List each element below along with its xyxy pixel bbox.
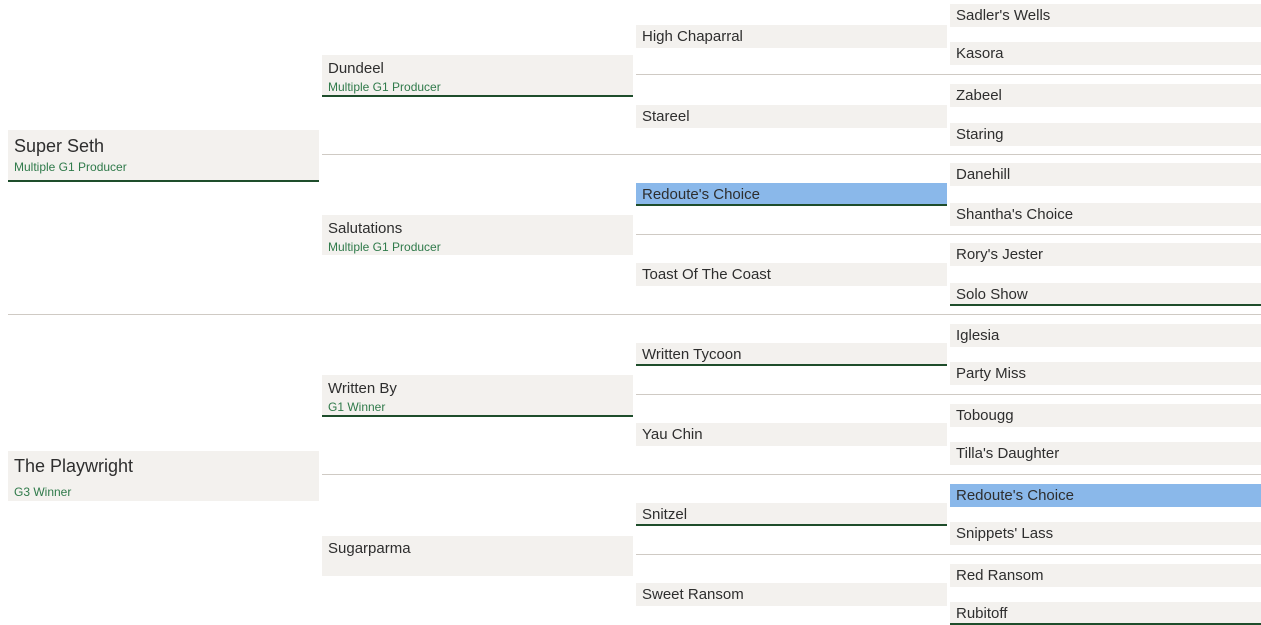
pedigree-divider (636, 394, 1261, 395)
horse-name: Dundeel (328, 60, 384, 77)
horse-name: Red Ransom (956, 567, 1044, 584)
horse-name: Tobougg (956, 407, 1014, 424)
horse-name: Sadler's Wells (956, 7, 1051, 24)
horse-name: Toast Of The Coast (642, 266, 771, 283)
pedigree-gen2-entry[interactable]: Salutations Multiple G1 Producer (322, 215, 633, 255)
pedigree-gen4-entry[interactable]: Solo Show (950, 283, 1261, 306)
horse-badge: G1 Winner (328, 400, 386, 414)
pedigree-divider (8, 314, 1261, 315)
horse-badge: Multiple G1 Producer (328, 80, 441, 94)
pedigree-divider (636, 234, 1261, 235)
pedigree-divider (322, 154, 1261, 155)
pedigree-gen3-entry[interactable]: Stareel (636, 105, 947, 128)
horse-name: Written Tycoon (642, 346, 742, 363)
horse-name: Rory's Jester (956, 246, 1044, 263)
pedigree-gen3-entry[interactable]: Snitzel (636, 503, 947, 526)
horse-name: Zabeel (956, 87, 1002, 104)
pedigree-gen2-entry[interactable]: Dundeel Multiple G1 Producer (322, 55, 633, 97)
pedigree-gen4-entry[interactable]: Kasora (950, 42, 1261, 65)
pedigree-gen4-entry[interactable]: Zabeel (950, 84, 1261, 107)
horse-name: Redoute's Choice (956, 487, 1074, 504)
horse-badge: Multiple G1 Producer (14, 160, 127, 174)
pedigree-gen3-entry[interactable]: Sweet Ransom (636, 583, 947, 606)
pedigree-gen4-entry[interactable]: Shantha's Choice (950, 203, 1261, 226)
pedigree-divider (322, 474, 1261, 475)
horse-badge: G3 Winner (14, 485, 72, 499)
pedigree-gen4-entry[interactable]: Danehill (950, 163, 1261, 186)
pedigree-gen3-entry[interactable]: Redoute's Choice (636, 183, 947, 206)
horse-name: Written By (328, 380, 397, 397)
pedigree-gen4-entry[interactable]: Tobougg (950, 404, 1261, 427)
horse-name: Super Seth (14, 136, 105, 156)
horse-name: Tilla's Daughter (956, 445, 1060, 462)
pedigree-divider (636, 74, 1261, 75)
horse-name: Solo Show (956, 286, 1028, 303)
pedigree-gen4-entry[interactable]: Rubitoff (950, 602, 1261, 625)
horse-name: High Chaparral (642, 28, 743, 45)
horse-name: Salutations (328, 220, 403, 237)
horse-name: Yau Chin (642, 426, 703, 443)
pedigree-gen4-entry[interactable]: Sadler's Wells (950, 4, 1261, 27)
pedigree-gen3-entry[interactable]: High Chaparral (636, 25, 947, 48)
pedigree-gen4-entry[interactable]: Tilla's Daughter (950, 442, 1261, 465)
pedigree-gen4-entry[interactable]: Snippets' Lass (950, 522, 1261, 545)
pedigree-sire[interactable]: Super Seth Multiple G1 Producer (8, 130, 319, 182)
horse-name: Sugarparma (328, 540, 411, 557)
pedigree-gen4-entry[interactable]: Red Ransom (950, 564, 1261, 587)
horse-name: Redoute's Choice (642, 186, 760, 203)
pedigree-gen4-entry[interactable]: Iglesia (950, 324, 1261, 347)
horse-name: Snitzel (642, 506, 688, 523)
pedigree-gen2-entry[interactable]: Written By G1 Winner (322, 375, 633, 417)
pedigree-gen4-entry[interactable]: Rory's Jester (950, 243, 1261, 266)
horse-name: Staring (956, 126, 1004, 143)
horse-name: Kasora (956, 45, 1004, 62)
pedigree-dam[interactable]: The Playwright G3 Winner (8, 451, 319, 501)
horse-name: Party Miss (956, 365, 1027, 382)
horse-name: Rubitoff (956, 605, 1008, 622)
horse-name: The Playwright (14, 456, 134, 476)
pedigree-gen3-entry[interactable]: Written Tycoon (636, 343, 947, 366)
horse-name: Snippets' Lass (956, 525, 1054, 542)
pedigree-gen3-entry[interactable]: Yau Chin (636, 423, 947, 446)
pedigree-gen4-entry[interactable]: Redoute's Choice (950, 484, 1261, 507)
horse-name: Sweet Ransom (642, 586, 744, 603)
pedigree-gen4-entry[interactable]: Staring (950, 123, 1261, 146)
horse-name: Iglesia (956, 327, 1000, 344)
horse-name: Shantha's Choice (956, 206, 1074, 223)
pedigree-gen3-entry[interactable]: Toast Of The Coast (636, 263, 947, 286)
horse-name: Danehill (956, 166, 1011, 183)
pedigree-gen2-entry[interactable]: Sugarparma (322, 536, 633, 576)
horse-badge: Multiple G1 Producer (328, 240, 441, 254)
horse-name: Stareel (642, 108, 690, 125)
pedigree-divider (636, 554, 1261, 555)
pedigree-gen4-entry[interactable]: Party Miss (950, 362, 1261, 385)
